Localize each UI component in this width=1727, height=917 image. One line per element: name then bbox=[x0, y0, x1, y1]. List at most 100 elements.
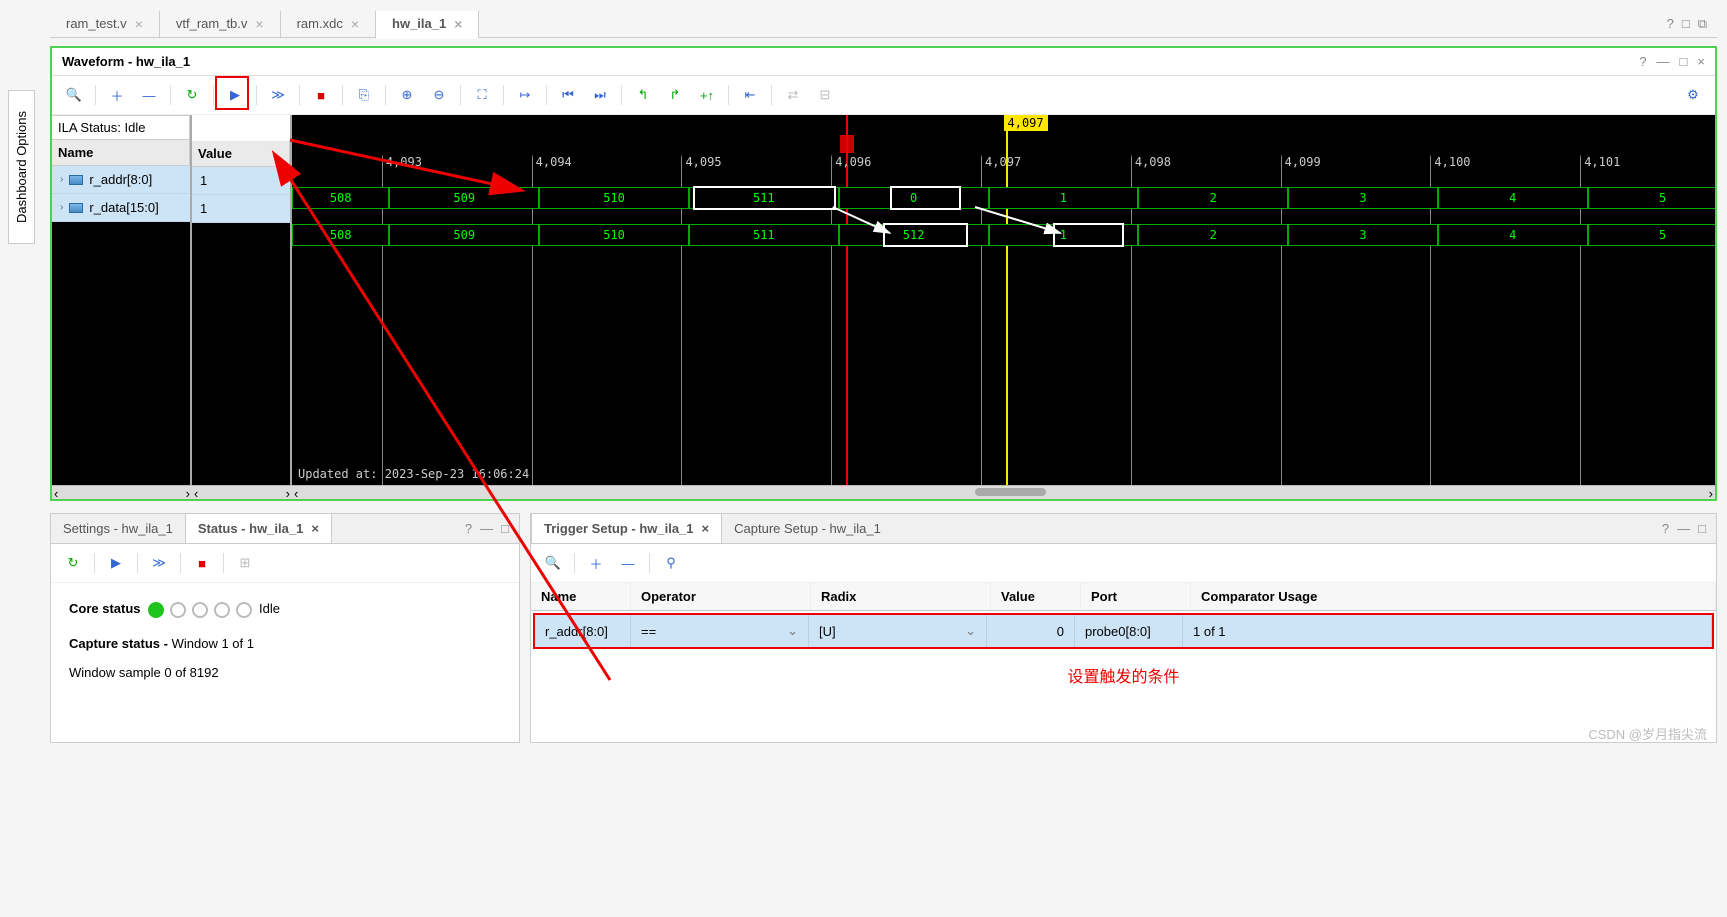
capture-sample: Window sample 0 of 8192 bbox=[69, 665, 501, 680]
search-icon[interactable]: 🔍 bbox=[60, 82, 88, 108]
tab-capture-setup[interactable]: Capture Setup - hw_ila_1 bbox=[722, 514, 893, 543]
bus-value: 511 bbox=[689, 187, 839, 209]
minimize-icon[interactable]: — bbox=[480, 521, 493, 536]
tab-vtf-ram-tb[interactable]: vtf_ram_tb.v × bbox=[160, 11, 281, 37]
close-icon[interactable]: × bbox=[135, 16, 143, 32]
refresh-icon[interactable]: ↻ bbox=[59, 550, 87, 576]
maximize-icon[interactable]: □ bbox=[1680, 54, 1688, 69]
search-icon[interactable]: 🔍 bbox=[539, 550, 567, 576]
status-dots bbox=[148, 602, 252, 618]
tab-ram-test[interactable]: ram_test.v× bbox=[50, 11, 160, 37]
play-icon[interactable]: ▶ bbox=[102, 550, 130, 576]
trigger-table-header: Name Operator Radix Value Port Comparato… bbox=[531, 583, 1716, 611]
updated-timestamp: Updated at: 2023-Sep-23 16:06:24 bbox=[298, 467, 529, 481]
bus-value: 1 bbox=[989, 224, 1139, 246]
bus-value: 511 bbox=[689, 224, 839, 246]
close-icon[interactable]: × bbox=[702, 521, 710, 536]
logic-icon[interactable]: ⚲ bbox=[657, 550, 685, 576]
refresh-icon[interactable]: ↻ bbox=[178, 82, 206, 108]
status-panel: Settings - hw_ila_1 Status - hw_ila_1× ?… bbox=[50, 513, 520, 743]
tab-trigger-setup[interactable]: Trigger Setup - hw_ila_1× bbox=[531, 514, 722, 543]
trigger-name: r_addr[8:0] bbox=[535, 615, 631, 647]
ila-status: ILA Status: Idle bbox=[52, 115, 190, 140]
goto-cursor-icon[interactable]: ↦ bbox=[511, 82, 539, 108]
bus-value: 2 bbox=[1138, 187, 1288, 209]
annotation-note: 设置触发的条件 bbox=[531, 651, 1716, 699]
zoom-fit-icon[interactable]: ⛶ bbox=[468, 82, 496, 108]
swap-icon[interactable]: ⇄ bbox=[779, 82, 807, 108]
trigger-row[interactable]: r_addr[8:0] ==⌄ [U]⌄ 0 probe0[8:0] 1 of … bbox=[535, 615, 1712, 647]
trigger-operator[interactable]: ==⌄ bbox=[631, 615, 809, 647]
tab-status[interactable]: Status - hw_ila_1× bbox=[185, 514, 332, 543]
chevron-right-icon[interactable]: › bbox=[60, 174, 63, 185]
goto-last-icon[interactable]: ⏭ bbox=[586, 82, 614, 108]
chevron-down-icon[interactable]: ⌄ bbox=[787, 623, 798, 639]
help-icon[interactable]: ? bbox=[1667, 16, 1674, 32]
layout-icon[interactable]: ⊞ bbox=[231, 550, 259, 576]
maximize-icon[interactable]: □ bbox=[501, 521, 509, 536]
dashboard-options-sidetab[interactable]: Dashboard Options bbox=[8, 90, 35, 244]
tab-label: vtf_ram_tb.v bbox=[176, 16, 248, 31]
next-transition-icon[interactable]: ↱ bbox=[661, 82, 689, 108]
close-icon[interactable]: × bbox=[255, 16, 263, 32]
close-icon[interactable]: × bbox=[311, 521, 319, 536]
tab-ram-xdc[interactable]: ram.xdc× bbox=[281, 11, 376, 37]
signal-row-data[interactable]: › r_data[15:0] bbox=[52, 194, 190, 222]
bus-value: 508 bbox=[292, 224, 389, 246]
close-icon[interactable]: × bbox=[454, 16, 462, 32]
stop-icon[interactable]: ■ bbox=[188, 550, 216, 576]
chevron-down-icon[interactable]: ⌄ bbox=[965, 623, 976, 639]
trigger-radix[interactable]: [U]⌄ bbox=[809, 615, 987, 647]
gear-icon[interactable]: ⚙ bbox=[1679, 82, 1707, 108]
bus-value: 510 bbox=[539, 187, 689, 209]
bus-value: 509 bbox=[389, 187, 539, 209]
bus-value: 510 bbox=[539, 224, 689, 246]
trigger-value[interactable]: 0 bbox=[987, 615, 1075, 647]
timetick: 4,093 bbox=[382, 155, 422, 173]
maximize-icon[interactable]: □ bbox=[1698, 521, 1706, 536]
minimize-icon[interactable]: — bbox=[1677, 521, 1690, 536]
stop-icon[interactable]: ■ bbox=[307, 82, 335, 108]
prev-edge-icon[interactable]: ⇤ bbox=[736, 82, 764, 108]
prev-transition-icon[interactable]: ↰ bbox=[629, 82, 657, 108]
bus-value: 0 bbox=[839, 187, 989, 209]
goto-first-icon[interactable]: ⏮ bbox=[554, 82, 582, 108]
close-icon[interactable]: × bbox=[351, 16, 359, 32]
tab-hw-ila-1[interactable]: hw_ila_1× bbox=[376, 11, 479, 39]
signal-row-addr[interactable]: ›r_addr[8:0] bbox=[52, 166, 190, 194]
bus-value: 1 bbox=[989, 187, 1139, 209]
fast-forward-icon[interactable]: ≫ bbox=[145, 550, 173, 576]
help-icon[interactable]: ? bbox=[1662, 521, 1669, 536]
play-icon[interactable]: ▶ bbox=[221, 82, 249, 108]
plus-icon[interactable]: ＋ bbox=[103, 82, 131, 108]
minus-icon[interactable]: — bbox=[135, 82, 163, 108]
fast-forward-icon[interactable]: ≫ bbox=[264, 82, 292, 108]
bus-icon bbox=[69, 203, 83, 213]
help-icon[interactable]: ? bbox=[1639, 54, 1646, 69]
plus-icon[interactable]: ＋ bbox=[582, 550, 610, 576]
bus-value: 3 bbox=[1288, 224, 1438, 246]
minimize-icon[interactable]: — bbox=[1657, 54, 1670, 69]
close-icon[interactable]: × bbox=[1697, 54, 1705, 69]
minus-icon[interactable]: — bbox=[614, 550, 642, 576]
restore-icon[interactable]: ⧉ bbox=[1698, 16, 1707, 32]
zoom-in-icon[interactable]: ⊕ bbox=[393, 82, 421, 108]
tab-settings[interactable]: Settings - hw_ila_1 bbox=[51, 514, 185, 543]
timetick: 4,097 bbox=[981, 155, 1021, 173]
export-icon[interactable]: ⎘ bbox=[350, 82, 378, 108]
help-icon[interactable]: ? bbox=[465, 521, 472, 536]
zoom-out-icon[interactable]: ⊖ bbox=[425, 82, 453, 108]
waveform-area[interactable]: 4,097 4,0934,0944,0954,0964,0974,0984,09… bbox=[292, 115, 1715, 485]
yellow-marker[interactable]: 4,097 bbox=[1004, 115, 1048, 131]
add-marker-icon[interactable]: +↑ bbox=[693, 82, 721, 108]
bus-value: 509 bbox=[389, 224, 539, 246]
timetick: 4,099 bbox=[1281, 155, 1321, 173]
timetick: 4,096 bbox=[831, 155, 871, 173]
signal-name: r_data[15:0] bbox=[89, 200, 158, 215]
chevron-right-icon[interactable]: › bbox=[60, 202, 63, 213]
maximize-icon[interactable]: □ bbox=[1682, 16, 1690, 32]
core-status-label: Core status bbox=[69, 601, 141, 616]
waveform-toolbar: 🔍 ＋ — ↻ ▶ ≫ ■ ⎘ ⊕ ⊖ ⛶ ↦ ⏮ ⏭ ↰ ↱ +↑ ⇤ ⇄ ⊟… bbox=[52, 76, 1715, 115]
ruler-icon[interactable]: ⊟ bbox=[811, 82, 839, 108]
timetick: 4,095 bbox=[681, 155, 721, 173]
